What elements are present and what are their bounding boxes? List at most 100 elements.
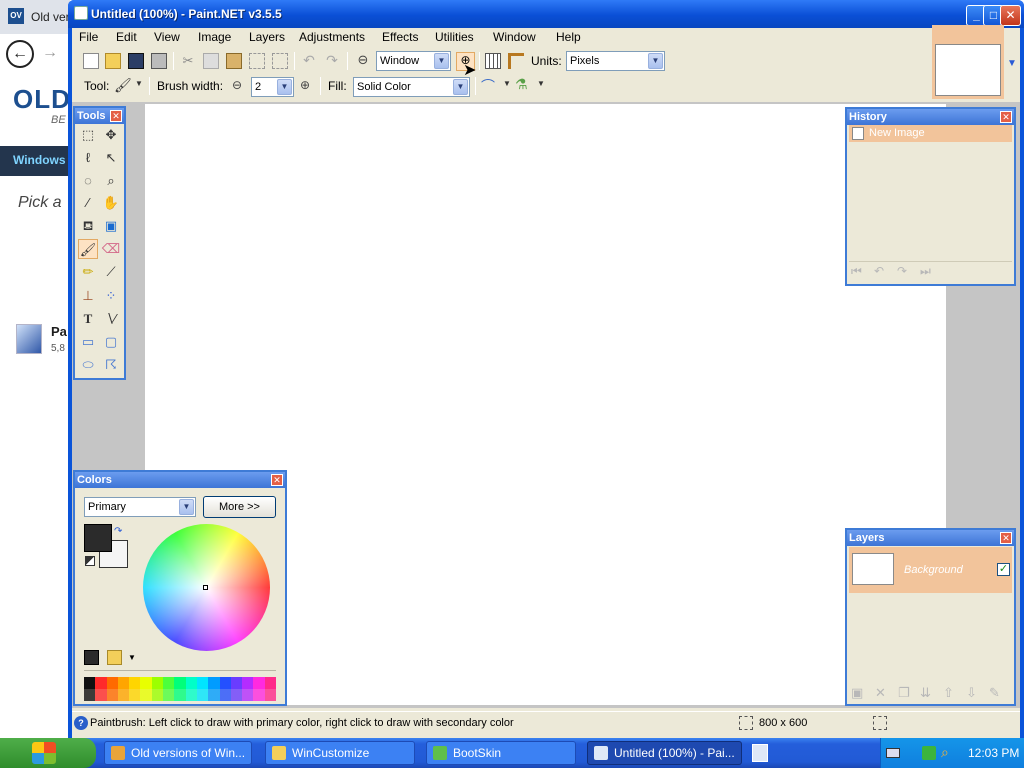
chevron-down-icon[interactable]: ▼ <box>135 79 143 88</box>
brush-width-combo[interactable]: 2 ▼ <box>251 77 294 97</box>
network-icon[interactable] <box>922 746 936 760</box>
paintbrush-icon[interactable]: 🖌 <box>78 239 98 259</box>
units-combo[interactable]: Pixels ▼ <box>566 51 665 71</box>
move-selection-icon[interactable]: ↖ <box>101 148 121 168</box>
chevron-down-icon[interactable]: ▼ <box>179 499 194 515</box>
fill-combo[interactable]: Solid Color ▼ <box>353 77 470 97</box>
menu-file[interactable]: File <box>79 30 98 44</box>
search-icon[interactable]: ⌕ <box>941 744 949 761</box>
history-fast-forward-icon[interactable]: ⏭ <box>920 264 931 279</box>
reset-colors-icon[interactable] <box>85 556 95 566</box>
layers-close-icon[interactable]: ✕ <box>1000 532 1012 544</box>
rectangle-select-icon[interactable]: ⬚ <box>78 125 98 145</box>
windows-logo-icon[interactable] <box>32 742 56 764</box>
quick-launch-icon[interactable] <box>752 744 768 762</box>
undo-icon[interactable]: ↶ <box>301 52 317 68</box>
print-icon[interactable] <box>151 53 167 69</box>
chevron-down-icon[interactable]: ▼ <box>648 53 663 69</box>
chevron-down-icon[interactable]: ▼ <box>434 53 449 69</box>
more-colors-button[interactable]: More >> <box>203 496 276 518</box>
palette-swatch[interactable] <box>140 677 152 701</box>
layer-properties-icon[interactable]: ✎ <box>989 685 1000 701</box>
clone-stamp-icon[interactable]: ⊥ <box>78 286 98 306</box>
palette-swatch[interactable] <box>174 677 186 701</box>
chevron-down-icon[interactable]: ▼ <box>128 653 136 662</box>
color-wheel-cursor[interactable] <box>203 585 208 590</box>
increase-width-icon[interactable]: ⊕ <box>300 78 310 92</box>
paste-icon[interactable] <box>226 53 242 69</box>
zoom-out-icon[interactable]: ⊖ <box>355 52 371 68</box>
cut-icon[interactable]: ✂ <box>180 53 196 69</box>
history-undo-icon[interactable]: ↶ <box>874 264 884 278</box>
move-selected-icon[interactable]: ✥ <box>101 125 121 145</box>
color-mode-combo[interactable]: Primary ▼ <box>84 497 196 517</box>
new-image-icon[interactable] <box>83 53 99 69</box>
swap-colors-icon[interactable]: ↷ <box>114 526 122 537</box>
pan-icon[interactable]: ✋ <box>101 193 121 213</box>
line-curve-icon[interactable]: ∖∕ <box>101 309 121 329</box>
freeform-shape-icon[interactable]: ☈ <box>101 355 121 375</box>
palette-swatch[interactable] <box>219 677 231 701</box>
menu-adjustments[interactable]: Adjustments <box>299 30 365 44</box>
rectangle-icon[interactable]: ▭ <box>78 332 98 352</box>
color-palette[interactable] <box>84 677 277 701</box>
blend-mode-icon[interactable]: ⚗ <box>515 76 528 93</box>
tools-close-icon[interactable]: ✕ <box>110 110 122 122</box>
save-icon[interactable] <box>128 53 144 69</box>
primary-color-swatch[interactable] <box>84 524 112 552</box>
site-nav-item[interactable]: Windows <box>13 153 66 167</box>
taskbar-item[interactable]: BootSkin <box>426 741 576 765</box>
menu-edit[interactable]: Edit <box>116 30 137 44</box>
move-layer-up-icon[interactable]: ⇧ <box>943 685 954 701</box>
forward-arrow-icon[interactable]: → <box>42 44 58 62</box>
chevron-down-icon[interactable]: ▼ <box>503 79 511 88</box>
app-thumbnail-icon[interactable] <box>16 324 42 354</box>
palette-swatch[interactable] <box>84 677 96 701</box>
paint-bucket-icon[interactable]: ⛾ <box>78 216 98 236</box>
palette-swatch[interactable] <box>230 677 243 701</box>
close-button[interactable]: ✕ <box>1000 5 1021 26</box>
palette-swatch[interactable] <box>163 677 175 701</box>
add-to-palette-icon[interactable] <box>84 650 99 665</box>
colors-close-icon[interactable]: ✕ <box>271 474 283 486</box>
palette-swatch[interactable] <box>264 677 277 701</box>
image-thumbnail[interactable] <box>935 44 1001 96</box>
merge-layer-icon[interactable]: ⇊ <box>920 685 931 701</box>
chevron-down-icon[interactable]: ▼ <box>537 79 545 88</box>
redo-icon[interactable]: ↷ <box>324 52 340 68</box>
crop-to-selection-icon[interactable] <box>249 53 265 69</box>
menu-image[interactable]: Image <box>198 30 231 44</box>
chevron-down-icon[interactable]: ▼ <box>277 79 292 95</box>
add-layer-icon[interactable]: ▣ <box>851 685 863 701</box>
palette-swatch[interactable] <box>208 677 220 701</box>
rulers-icon[interactable] <box>508 53 524 69</box>
palette-swatch[interactable] <box>129 677 141 701</box>
current-tool-paintbrush-icon[interactable]: 🖌 <box>114 77 132 94</box>
zoom-icon[interactable]: ⌕ <box>101 171 121 191</box>
grid-icon[interactable] <box>485 53 501 69</box>
menu-effects[interactable]: Effects <box>382 30 418 44</box>
app-icon[interactable] <box>74 6 88 20</box>
color-picker-icon[interactable]: ⟋ <box>101 262 121 282</box>
lasso-select-icon[interactable]: ℓ <box>78 148 98 168</box>
tabs-dropdown-icon[interactable]: ▼ <box>1007 58 1017 69</box>
zoom-combo[interactable]: Window ▼ <box>376 51 451 71</box>
app-title[interactable]: Pa <box>51 324 67 339</box>
chevron-down-icon[interactable]: ▼ <box>453 79 468 95</box>
menu-help[interactable]: Help <box>556 30 581 44</box>
menu-view[interactable]: View <box>154 30 180 44</box>
menu-layers[interactable]: Layers <box>249 30 285 44</box>
text-icon[interactable]: T <box>78 309 98 329</box>
taskbar-item-active[interactable]: Untitled (100%) - Pai... <box>587 741 742 765</box>
palette-menu-icon[interactable] <box>107 650 122 665</box>
deselect-icon[interactable] <box>272 53 288 69</box>
palette-swatch[interactable] <box>253 677 265 701</box>
layers-panel-title[interactable]: Layers <box>847 530 1014 546</box>
palette-swatch[interactable] <box>117 677 130 701</box>
history-rewind-icon[interactable]: ⏮ <box>851 264 862 279</box>
decrease-width-icon[interactable]: ⊖ <box>232 78 242 92</box>
keyboard-icon[interactable] <box>886 748 900 758</box>
layer-visibility-checkbox[interactable]: ✓ <box>997 563 1010 576</box>
eraser-icon[interactable]: ⌫ <box>101 239 121 259</box>
palette-swatch[interactable] <box>106 677 118 701</box>
